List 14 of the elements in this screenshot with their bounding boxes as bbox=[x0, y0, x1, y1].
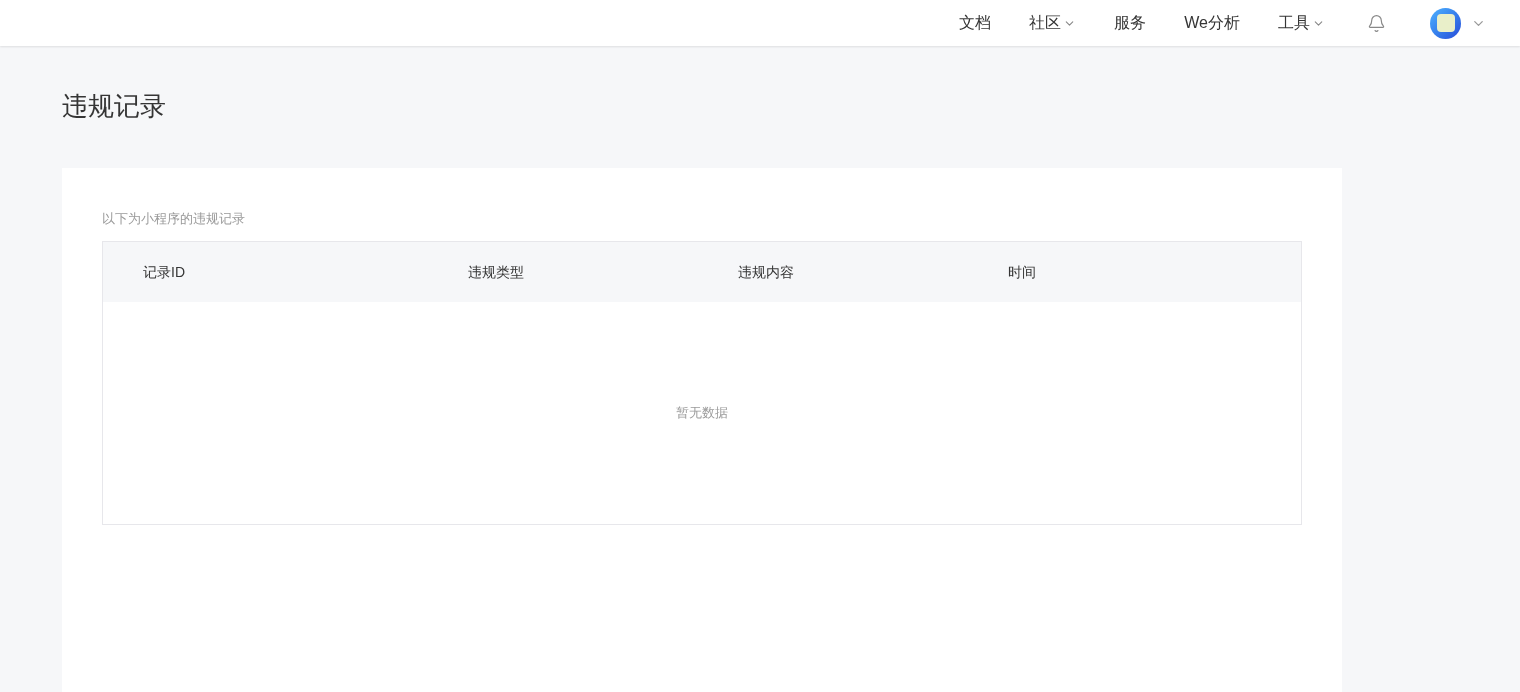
nav-link[interactable]: 文档 bbox=[959, 11, 992, 35]
user-avatar[interactable] bbox=[1430, 7, 1461, 39]
nav-link[interactable]: 工具 bbox=[1278, 11, 1325, 35]
column-header: 时间 bbox=[1008, 264, 1036, 280]
nav-link[interactable]: 服务 bbox=[1114, 11, 1147, 35]
description-text: 以下为小程序的违规记录 bbox=[102, 210, 246, 228]
column-header: 违规内容 bbox=[738, 264, 794, 280]
column-header: 违规类型 bbox=[468, 264, 524, 280]
empty-state-text: 暂无数据 bbox=[676, 404, 728, 423]
column-header: 记录ID bbox=[143, 264, 185, 280]
nav-link[interactable]: We分析 bbox=[1184, 11, 1240, 35]
nav-link[interactable]: 社区 bbox=[1029, 11, 1077, 35]
page-title: 违规记录 bbox=[62, 90, 167, 122]
notification-icon[interactable] bbox=[1367, 13, 1386, 33]
